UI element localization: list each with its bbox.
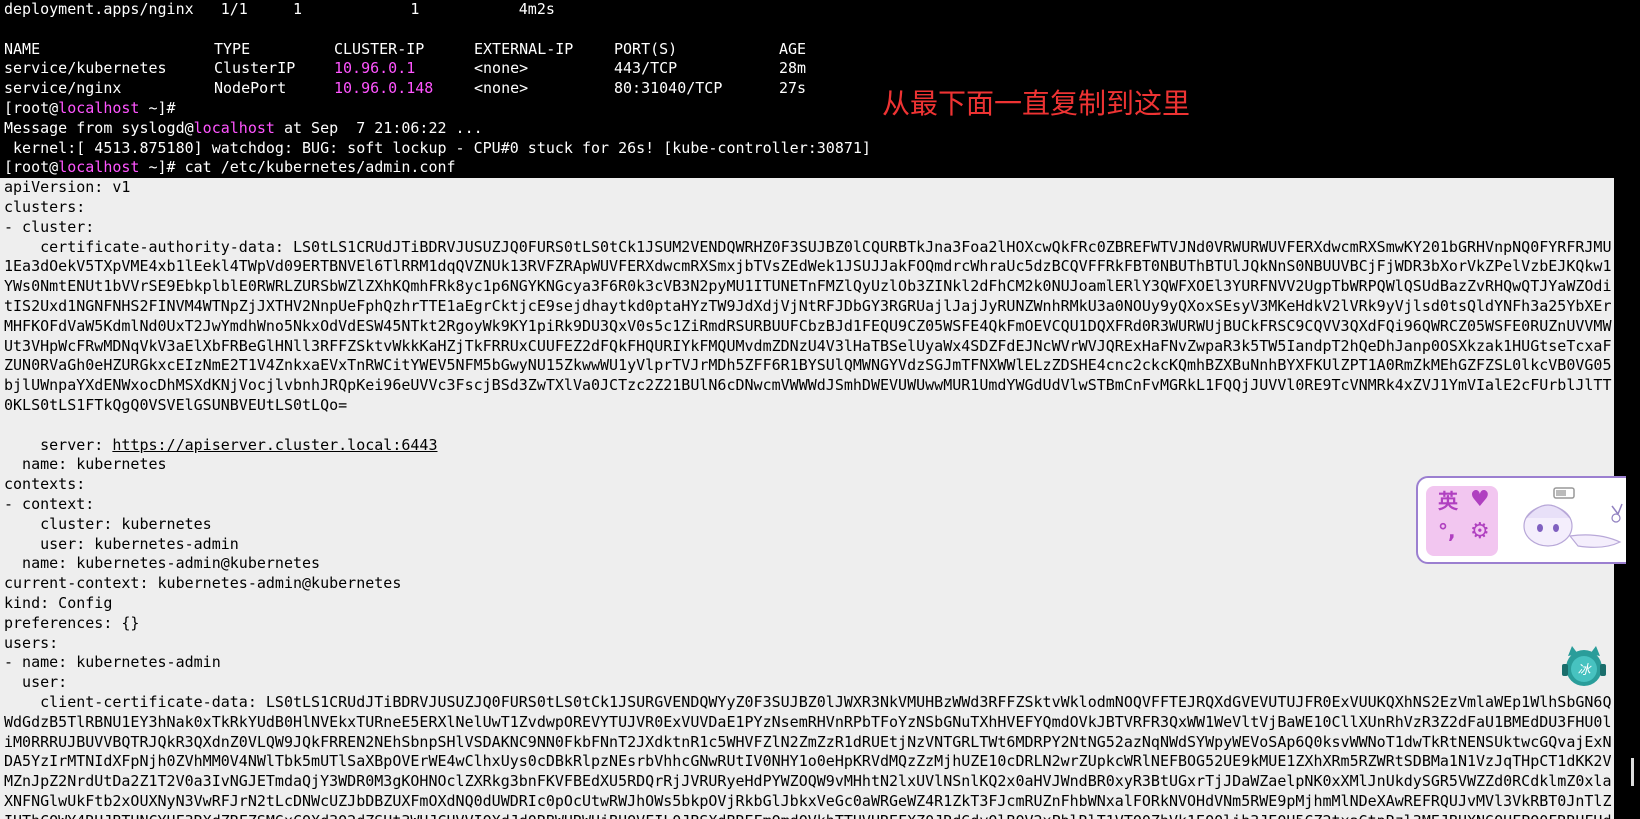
scrollbar-thumb[interactable] [1631,758,1634,786]
terminal-window[interactable]: deployment.apps/nginx 1/1 1 1 4m2s NAME T… [0,0,1640,819]
prompt-close: ~]# [139,98,176,117]
svc-name: service/nginx [4,79,122,98]
conf-line: users: [4,633,59,652]
prompt-open: [root@ [4,98,59,117]
prompt-open: [root@ [4,158,59,177]
syslog-prefix: Message from syslogd@ [4,118,194,137]
svc-age: 28m [779,59,807,78]
svc-type: NodePort [214,79,287,98]
conf-line: current-context: kubernetes-admin@kubern… [4,574,402,593]
shell-prompt: [root@localhost ~]# [0,99,1640,119]
ime-toolbar[interactable]: 英 ♥ °, ⚙ [1416,476,1638,564]
assistant-cat-icon[interactable]: 冰 [1560,642,1608,690]
svc-header-age: AGE [779,39,807,58]
scrollbar[interactable] [1626,0,1640,819]
syslog-suffix: at Sep 7 21:06:22 ... [274,118,483,137]
ime-panel: 英 ♥ °, ⚙ [1426,486,1498,556]
conf-line: - name: kubernetes-admin [4,653,221,672]
svc-row: service/kubernetes ClusterIP 10.96.0.1 <non… [0,59,1640,79]
svc-cluster-ip: 10.96.0.1 [334,59,416,78]
red-annotation: 从最下面一直复制到这里 [882,87,1191,120]
ime-punctuation-toggle[interactable]: °, [1438,521,1456,542]
client-certificate-data: client-certificate-data: LS0tLS1CRUdJTiB… [4,692,1612,819]
svc-external-ip: <none> [474,59,529,78]
prompt-host: localhost [58,158,140,177]
conf-line: contexts: [4,475,86,494]
conf-line: name: kubernetes [4,455,167,474]
gear-icon[interactable]: ⚙ [1470,521,1490,543]
conf-line: - context: [4,494,95,513]
svg-text:冰: 冰 [1577,663,1592,678]
svc-ports: 443/TCP [614,59,678,78]
svc-cluster-ip: 10.96.0.148 [334,79,434,98]
certificate-authority-data: certificate-authority-data: LS0tLS1CRUdJ… [4,237,1612,414]
mascot-icon [1523,487,1623,548]
svc-name: service/kubernetes [4,59,167,78]
conf-line: - cluster: [4,217,95,236]
svc-ports: 80:31040/TCP [614,79,723,98]
ime-mode-toggle[interactable]: 英 [1438,491,1458,512]
selected-output[interactable]: apiVersion: v1 clusters: - cluster: cert… [0,178,1614,819]
kernel-message: kernel:[ 4513.875180] watchdog: BUG: sof… [4,138,871,157]
conf-line: cluster: kubernetes [4,514,212,533]
conf-line: kind: Config [4,593,113,612]
svc-header-name: NAME [4,39,41,58]
svc-age: 27s [779,79,807,98]
shell-command: ~]# cat /etc/kubernetes/admin.conf [139,158,456,177]
svc-type: ClusterIP [214,59,296,78]
svc-header-row: NAME TYPE CLUSTER-IP EXTERNAL-IP PORT(S) AGE [0,40,1640,60]
conf-line: clusters: [4,197,86,216]
svc-header-ports: PORT(S) [614,39,678,58]
shell-command-line: [root@localhost ~]# cat /etc/kubernetes/… [0,158,1640,178]
prompt-host: localhost [58,98,140,117]
heart-icon[interactable]: ♥ [1470,489,1490,511]
conf-line: user: [4,673,68,692]
server-key: server: [4,435,113,454]
conf-line: user: kubernetes-admin [4,534,239,553]
server-url-link[interactable]: https://apiserver.cluster.local:6443 [112,436,437,454]
syslog-host: localhost [193,118,275,137]
conf-line: name: kubernetes-admin@kubernetes [4,554,321,573]
conf-line: apiVersion: v1 [4,178,131,197]
syslog-message: Message from syslogd@localhost at Sep 7 … [0,119,1640,139]
conf-server-line: server: https://apiserver.cluster.local:… [0,436,1614,456]
svc-row: service/nginx NodePort 10.96.0.148 <none> 80… [0,79,1640,99]
svc-header-type: TYPE [214,39,251,58]
deployment-status-line: deployment.apps/nginx 1/1 1 1 4m2s [4,0,555,18]
conf-line: preferences: {} [4,613,140,632]
svc-header-cluster-ip: CLUSTER-IP [334,39,425,58]
svc-external-ip: <none> [474,79,529,98]
svc-header-external-ip: EXTERNAL-IP [474,39,574,58]
